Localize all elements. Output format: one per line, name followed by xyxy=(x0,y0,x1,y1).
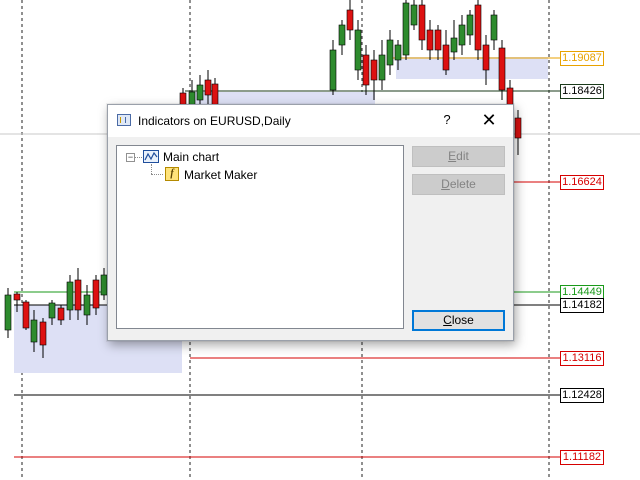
edit-button[interactable]: Edit xyxy=(412,146,505,167)
tree-item-main-chart[interactable]: Main chart xyxy=(163,150,219,164)
candle-body xyxy=(458,24,466,46)
candle-body xyxy=(338,24,346,46)
chart-wave-icon xyxy=(144,151,158,161)
candle-body xyxy=(370,59,378,81)
price-label-2: 1.18426 xyxy=(560,84,604,99)
candle-body xyxy=(329,49,337,91)
candle-body xyxy=(482,44,490,71)
candle-body xyxy=(410,4,418,26)
candle-body xyxy=(434,29,442,51)
close-label: lose xyxy=(451,313,474,327)
close-window-button[interactable]: ✕ xyxy=(474,107,504,133)
candle-body xyxy=(92,279,100,309)
candle-body xyxy=(39,321,47,346)
indicators-window-icon xyxy=(117,114,131,126)
candle-body xyxy=(30,319,38,343)
candle-body xyxy=(450,37,458,53)
candle-body xyxy=(498,47,506,91)
candle-body xyxy=(57,307,65,321)
candle-body xyxy=(394,44,402,61)
delete-button[interactable]: Delete xyxy=(412,174,505,195)
price-label-7: 1.12428 xyxy=(560,388,604,403)
supply-demand-zone xyxy=(396,57,548,79)
candle-body xyxy=(490,14,498,41)
indicator-f-icon: f xyxy=(165,167,179,181)
delete-accelerator: D xyxy=(441,177,450,191)
candle-body xyxy=(386,39,394,66)
close-accelerator: C xyxy=(443,313,452,327)
indicators-tree[interactable]: − Main chart f Market Maker xyxy=(116,145,404,329)
candle-body xyxy=(514,117,522,139)
candle-body xyxy=(83,294,91,316)
candle-body xyxy=(354,29,362,71)
candle-body xyxy=(418,4,426,41)
candle-body xyxy=(474,4,482,51)
indicators-dialog: Indicators on EURUSD,Daily ? ✕ − Main ch… xyxy=(107,104,514,341)
candle-body xyxy=(196,84,204,101)
edit-label: dit xyxy=(456,149,469,163)
tree-connector xyxy=(151,174,163,175)
edit-accelerator: E xyxy=(448,149,457,163)
candle-body xyxy=(48,302,56,319)
candle-body xyxy=(402,2,410,56)
candle-body xyxy=(66,281,74,311)
main-chart-icon xyxy=(143,150,159,163)
delete-label: elete xyxy=(449,177,476,191)
help-button[interactable]: ? xyxy=(434,107,460,133)
candle-body xyxy=(362,54,370,86)
candle-body xyxy=(346,9,354,31)
tree-item-market-maker[interactable]: Market Maker xyxy=(184,168,257,182)
candle-body xyxy=(74,279,82,311)
candle-body xyxy=(506,87,514,106)
tree-connector xyxy=(134,157,142,158)
candle-body xyxy=(13,293,21,301)
candle-body xyxy=(442,44,450,71)
price-label-3: 1.16624 xyxy=(560,175,604,190)
candle-body xyxy=(204,79,212,96)
price-label-6: 1.13116 xyxy=(560,351,604,366)
tree-connector xyxy=(151,164,152,174)
candle-body xyxy=(378,54,386,81)
candle-body xyxy=(22,301,30,329)
price-label-5: 1.14182 xyxy=(560,298,604,313)
collapse-toggle-icon[interactable]: − xyxy=(126,153,135,162)
price-label-1: 1.19087 xyxy=(560,51,604,66)
dialog-title: Indicators on EURUSD,Daily xyxy=(138,114,291,128)
dialog-titlebar[interactable]: Indicators on EURUSD,Daily ? ✕ xyxy=(108,105,513,137)
price-label-8: 1.11182 xyxy=(560,450,604,465)
close-button[interactable]: Close xyxy=(412,310,505,331)
candle-body xyxy=(426,29,434,51)
candle-body xyxy=(4,294,12,331)
candle-body xyxy=(466,14,474,36)
